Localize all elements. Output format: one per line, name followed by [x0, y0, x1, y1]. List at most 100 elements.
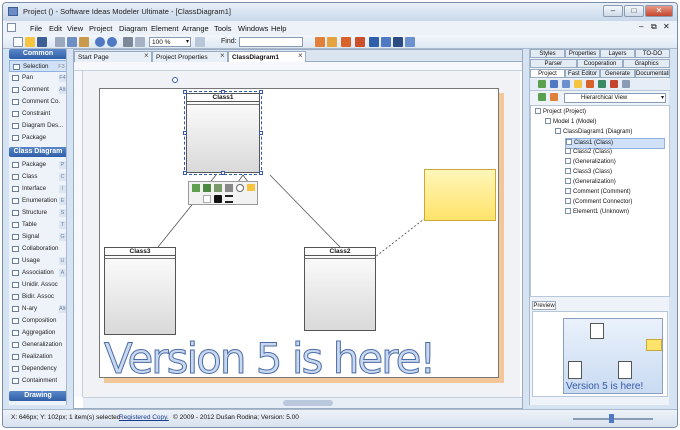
menu-edit[interactable]: Edit: [49, 24, 62, 33]
preview-pane[interactable]: Version 5 is here!: [532, 311, 668, 397]
close-button[interactable]: ✕: [645, 5, 673, 17]
expand-icon[interactable]: [538, 93, 546, 101]
tab-documentation[interactable]: Documentation: [635, 69, 670, 78]
delete-icon[interactable]: [610, 80, 618, 88]
resize-handle[interactable]: [221, 171, 225, 175]
zoom-select[interactable]: 100 % ▾: [149, 37, 191, 47]
align-icon[interactable]: [315, 37, 325, 47]
class-box[interactable]: Class2: [304, 247, 376, 331]
toolbox-item-diagram-des[interactable]: Diagram Des...: [9, 120, 66, 132]
class-box[interactable]: Class1: [184, 91, 262, 175]
zoom-in-icon[interactable]: [195, 37, 205, 47]
tree-node[interactable]: Class2 (Class): [565, 148, 612, 157]
tree-node[interactable]: (Generalization): [565, 158, 616, 167]
line-style-icon[interactable]: [225, 195, 233, 203]
minimize-button[interactable]: –: [603, 5, 623, 17]
undo-icon[interactable]: [95, 37, 105, 47]
grid-icon[interactable]: [369, 37, 379, 47]
tab-close-icon[interactable]: ×: [220, 51, 225, 61]
shape-icon[interactable]: [236, 184, 244, 192]
tab-close-icon[interactable]: ×: [144, 51, 149, 61]
find-icon[interactable]: [622, 80, 630, 88]
menu-windows[interactable]: Windows: [238, 24, 268, 33]
tab-classdiagram1[interactable]: ClassDiagram1: [228, 51, 306, 62]
toolbox-item-package[interactable]: Package: [9, 132, 66, 144]
menu-help[interactable]: Help: [271, 24, 286, 33]
menu-arrange[interactable]: Arrange: [182, 24, 209, 33]
menu-element[interactable]: Element: [151, 24, 179, 33]
mdi-restore-icon[interactable]: ⧉: [651, 22, 657, 32]
refresh-icon[interactable]: [598, 80, 606, 88]
resize-handle[interactable]: [183, 131, 187, 135]
toolbox-header-class-diagram[interactable]: Class Diagram: [9, 147, 66, 157]
tree-node[interactable]: (Generalization): [565, 178, 616, 187]
connect-icon[interactable]: [393, 37, 403, 47]
tab-close-icon[interactable]: ×: [298, 51, 303, 61]
redo-icon[interactable]: [107, 37, 117, 47]
toolbox-item-unidir-assoc[interactable]: Unidir. Assoc: [9, 279, 66, 291]
toolbox-item-containment[interactable]: Containment: [9, 375, 66, 387]
toolbox-item-structure[interactable]: Structure S: [9, 207, 66, 219]
find-input[interactable]: [239, 37, 303, 47]
toolbox-item-signal[interactable]: Signal G: [9, 231, 66, 243]
add-icon[interactable]: [538, 80, 546, 88]
toolbox-item-comment[interactable]: Comment Alt+Shift+: [9, 84, 66, 96]
cut-icon[interactable]: [55, 37, 65, 47]
mdi-close-icon[interactable]: ✕: [663, 22, 670, 31]
toolbox-item-usage[interactable]: Usage U: [9, 255, 66, 267]
tab-properties[interactable]: Properties: [565, 49, 600, 58]
clone-icon[interactable]: [225, 184, 233, 192]
tab-graphics[interactable]: Graphics: [623, 59, 670, 68]
print-preview-icon[interactable]: [135, 37, 145, 47]
export-icon[interactable]: [405, 37, 415, 47]
order-icon[interactable]: [341, 37, 351, 47]
horizontal-scrollbar[interactable]: [83, 397, 522, 408]
comment-note[interactable]: [424, 169, 496, 221]
toolbox-item-aggregation[interactable]: Aggregation: [9, 327, 66, 339]
toolbox-item-composition[interactable]: Composition: [9, 315, 66, 327]
sort-icon[interactable]: [586, 80, 594, 88]
resize-handle[interactable]: [183, 171, 187, 175]
preview-tab[interactable]: Preview: [532, 301, 556, 310]
toolbox-item-n-ary[interactable]: N-ary Alt+Shift+: [9, 303, 66, 315]
menu-view[interactable]: View: [67, 24, 83, 33]
toolbox-item-dependency[interactable]: Dependency: [9, 363, 66, 375]
toolbox-header-drawing[interactable]: Drawing: [9, 391, 66, 401]
tree-node[interactable]: Model 1 (Model): [545, 118, 596, 127]
view-select[interactable]: Hierarchical View ▾: [564, 93, 666, 103]
toolbox-item-constraint[interactable]: Constraint: [9, 108, 66, 120]
resize-handle[interactable]: [183, 90, 187, 94]
zoom-slider-thumb[interactable]: [609, 414, 614, 423]
color-swatch-black[interactable]: [214, 195, 222, 203]
toolbox-item-class[interactable]: Class C: [9, 171, 66, 183]
resize-handle[interactable]: [259, 171, 263, 175]
color-swatch-white[interactable]: [203, 195, 211, 203]
tree-node[interactable]: ClassDiagram1 (Diagram): [555, 128, 632, 137]
resize-handle[interactable]: [259, 131, 263, 135]
toolbox-item-comment-co[interactable]: Comment Co.: [9, 96, 66, 108]
toolbox-item-bidir-assoc[interactable]: Bidir. Assoc: [9, 291, 66, 303]
toolbox-item-association[interactable]: Association A: [9, 267, 66, 279]
tab-project[interactable]: Project: [530, 69, 565, 78]
menu-project[interactable]: Project: [89, 24, 112, 33]
toolbox-item-collaboration[interactable]: Collaboration: [9, 243, 66, 255]
paste-icon[interactable]: [79, 37, 89, 47]
tab-generate[interactable]: Generate: [600, 69, 635, 78]
new-icon[interactable]: [13, 37, 23, 47]
link-icon[interactable]: [214, 184, 222, 192]
tab-fast-editor[interactable]: Fast Editor: [565, 69, 600, 78]
tab-layers[interactable]: Layers: [600, 49, 635, 58]
menu-tools[interactable]: Tools: [214, 24, 232, 33]
collapse-icon[interactable]: [550, 93, 558, 101]
registered-copy-link[interactable]: Registered Copy.: [119, 414, 169, 421]
tree-node[interactable]: (Comment Connector): [565, 198, 632, 207]
class-box[interactable]: Class3: [104, 247, 176, 335]
snap-icon[interactable]: [381, 37, 391, 47]
group-icon[interactable]: [327, 37, 337, 47]
tab-parser[interactable]: Parser: [530, 59, 577, 68]
connect-icon[interactable]: [203, 184, 211, 192]
zoom-slider[interactable]: [573, 414, 653, 423]
maximize-button[interactable]: □: [624, 5, 644, 17]
toolbox-item-package[interactable]: Package P: [9, 159, 66, 171]
diagram-icon[interactable]: [562, 80, 570, 88]
